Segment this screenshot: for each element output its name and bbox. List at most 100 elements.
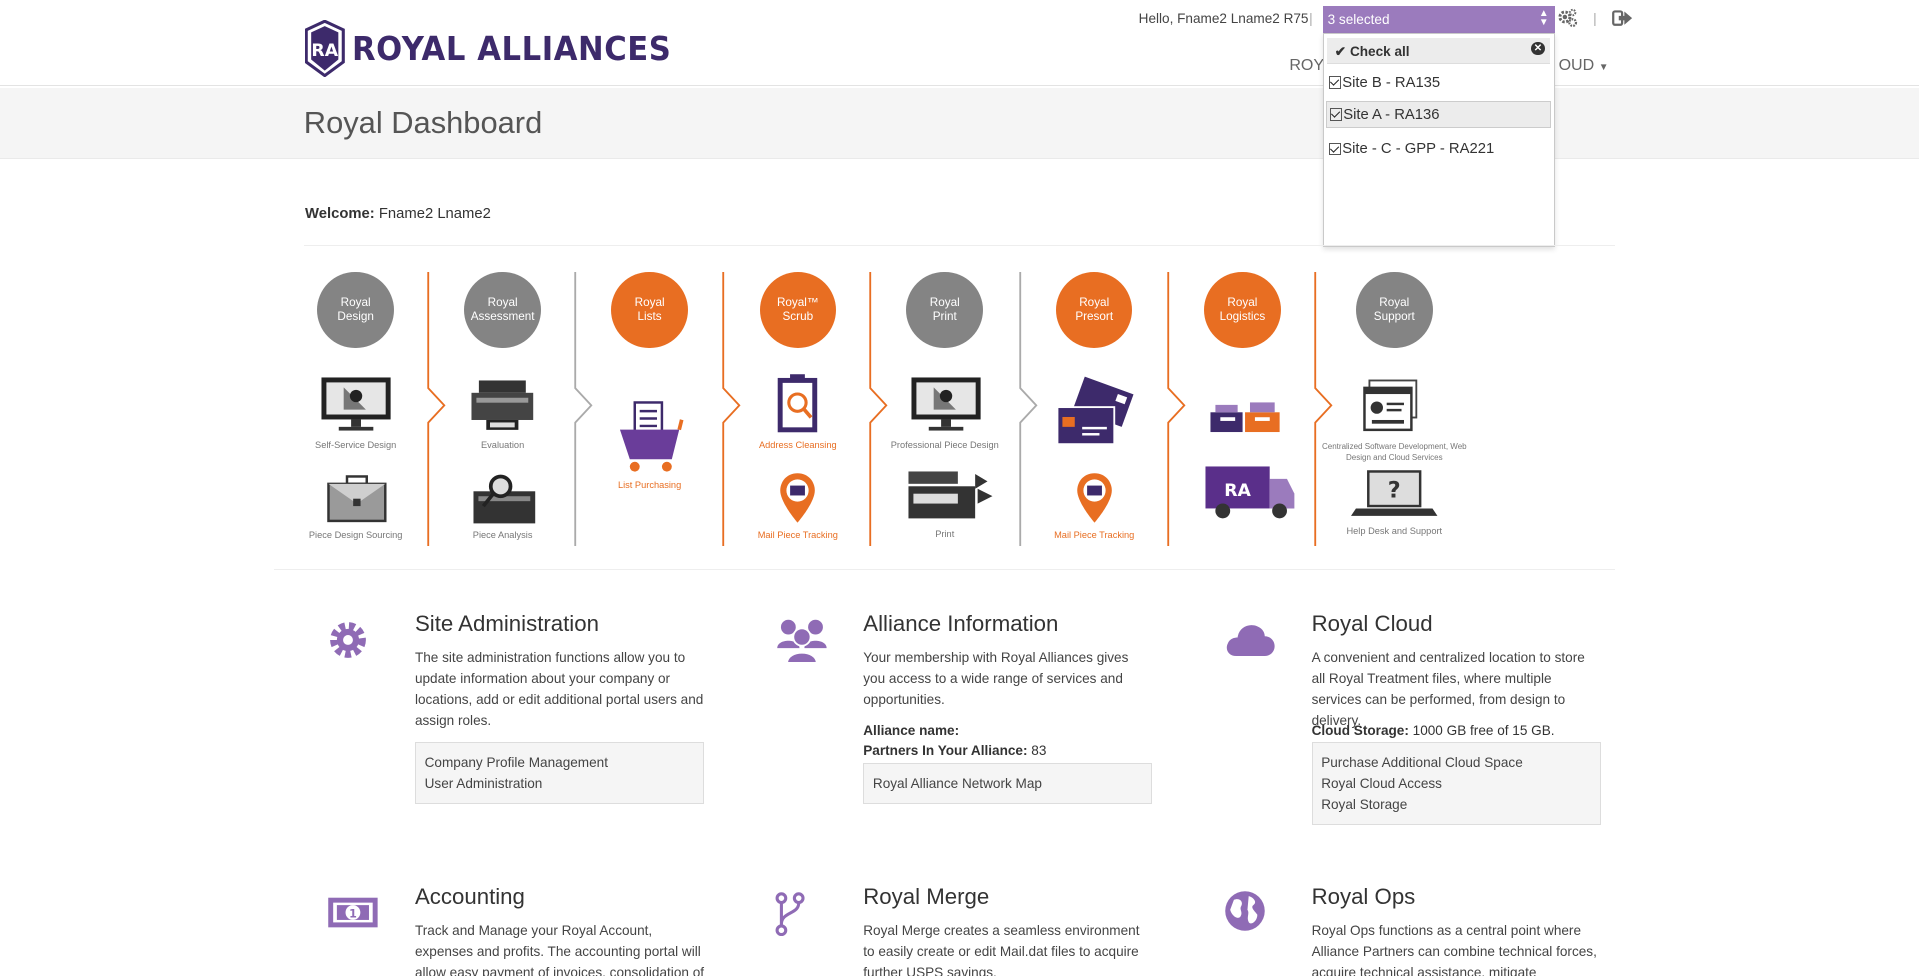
site-option-label: Site B - RA135 [1342, 74, 1441, 91]
process-item-label[interactable]: Mail Piece Tracking [724, 530, 872, 540]
site-option-ra135[interactable]: Site B - RA135 [1326, 69, 1551, 96]
process-presort: Royal Presort Mail Piece Tracking [1020, 271, 1168, 546]
process-circle-logistics[interactable]: Royal Logistics [1204, 271, 1281, 349]
link-company-profile[interactable]: Company Profile Management [425, 752, 695, 773]
close-icon[interactable]: ✕ [1531, 41, 1545, 56]
cloud-storage: Cloud Storage: 1000 GB free of 15 GB. [1312, 721, 1555, 741]
software-windows-icon[interactable] [1362, 378, 1419, 435]
alliance-meta: Alliance name: Partners In Your Alliance… [863, 721, 1046, 761]
process-item-label[interactable]: Self-Service Design [282, 440, 430, 450]
process-print: Royal Print Professional Piece Design Pri… [871, 271, 1019, 546]
logout-icon[interactable] [1611, 7, 1633, 29]
site-option-ra221[interactable]: Site - C - GPP - RA221 [1326, 136, 1551, 163]
process-design: Royal Design Self-Service Design Piece De… [282, 271, 430, 546]
process-item-label[interactable]: Piece Design Sourcing [282, 530, 430, 540]
svg-text:?: ? [1388, 478, 1401, 504]
process-circle-presort[interactable]: Royal Presort [1055, 271, 1133, 349]
check-all-label: Check all [1349, 44, 1410, 60]
process-circle-design[interactable]: Royal Design [317, 271, 394, 349]
link-purchase-cloud-space[interactable]: Purchase Additional Cloud Space [1321, 752, 1591, 773]
sort-caret-icon: ▲ ▼ [1538, 7, 1549, 28]
brand-name: ROYAL ALLIANCES [351, 28, 672, 68]
code-fork-icon [775, 891, 805, 936]
globe-icon [1225, 891, 1265, 932]
page-title: Royal Dashboard [303, 104, 543, 140]
section-title: Royal Ops [1311, 884, 1416, 910]
process-item-label[interactable]: Centralized Software Development, Web De… [1315, 441, 1473, 463]
process-item-label[interactable]: Piece Analysis [429, 530, 577, 540]
check-all-option[interactable]: ✔ Check all ✕ [1327, 38, 1550, 64]
section-description: A convenient and centralized location to… [1311, 650, 1585, 729]
svg-text:RA: RA [311, 41, 338, 61]
monitor-design-icon[interactable] [319, 375, 393, 434]
royal-alliances-logo-icon: RA [305, 19, 345, 77]
site-admin-links: Company Profile Management User Administ… [414, 742, 704, 804]
packages-icon[interactable] [1208, 395, 1282, 437]
link-royal-storage[interactable]: Royal Storage [1321, 794, 1591, 815]
process-item-label[interactable]: List Purchasing [576, 480, 724, 490]
link-cloud-access[interactable]: Royal Cloud Access [1321, 773, 1591, 794]
process-circle-assessment[interactable]: Royal Assessment [464, 271, 541, 349]
checkbox[interactable] [1328, 143, 1341, 156]
brand-logo[interactable]: RA ROYAL ALLIANCES [305, 19, 699, 77]
cloud-icon [1226, 624, 1275, 656]
cloud-storage-label: Cloud Storage: [1311, 723, 1409, 739]
monitor-print-icon[interactable] [909, 375, 983, 434]
process-item-label[interactable]: Help Desk and Support [1315, 526, 1473, 536]
caret-down-icon: ▼ [1598, 61, 1609, 73]
process-item-label[interactable]: Mail Piece Tracking [1020, 530, 1168, 540]
section-title: Site Administration [414, 611, 599, 637]
shopping-cart-list-icon[interactable] [615, 400, 684, 474]
checkbox[interactable] [1329, 108, 1342, 121]
link-network-map[interactable]: Royal Alliance Network Map [873, 773, 1143, 794]
money-bill-icon: 1 [328, 897, 378, 928]
section-title: Royal Cloud [1311, 611, 1433, 637]
scanner-icon[interactable] [469, 378, 536, 432]
svg-text:RA: RA [1224, 481, 1251, 501]
section-title: Royal Merge [863, 884, 990, 910]
site-selector-menu: ✔ Check all ✕ Site B - RA135 Site A - RA… [1322, 33, 1555, 247]
site-selector[interactable]: 3 selected ▲ ▼ [1322, 6, 1555, 34]
site-option-label: Site - C - GPP - RA221 [1342, 141, 1495, 158]
welcome-message: Welcome: Fname2 Lname2 [305, 206, 491, 222]
process-assessment: Royal Assessment Evaluation Piece Analysi… [429, 271, 577, 546]
location-pin-icon[interactable] [779, 472, 816, 524]
link-user-administration[interactable]: User Administration [425, 773, 695, 794]
process-logistics: Royal Logistics RA [1168, 271, 1316, 546]
site-selector-summary: 3 selected [1327, 12, 1390, 28]
process-item-label[interactable]: Print [871, 529, 1019, 539]
process-item-label[interactable]: Address Cleansing [724, 440, 872, 450]
envelopes-icon[interactable] [1055, 375, 1134, 449]
process-item-label[interactable]: Professional Piece Design [871, 440, 1019, 450]
process-item-label[interactable]: Evaluation [429, 440, 577, 450]
users-group-icon [776, 619, 827, 665]
briefcase-icon[interactable] [326, 474, 388, 523]
gears-icon[interactable] [1556, 7, 1578, 29]
process-circle-lists[interactable]: Royal Lists [611, 271, 688, 349]
location-pin-icon[interactable] [1076, 472, 1113, 524]
process-circle-support[interactable]: Royal Support [1356, 271, 1433, 349]
process-lists: Royal Lists List Purchasing [576, 271, 724, 546]
divider: | [1309, 11, 1313, 27]
top-header: RA ROYAL ALLIANCES Hello, Fname2 Lname2 … [0, 0, 1920, 87]
welcome-label: Welcome: [305, 206, 375, 223]
header-actions: | [1556, 7, 1634, 29]
delivery-truck-icon[interactable]: RA [1203, 464, 1297, 521]
process-circle-scrub[interactable]: Royal™ Scrub [759, 271, 837, 349]
svg-text:1: 1 [349, 908, 357, 921]
welcome-name: Fname2 Lname2 [378, 206, 491, 223]
checkbox[interactable] [1328, 76, 1341, 89]
help-desk-laptop-icon[interactable]: ? [1351, 469, 1438, 518]
printer-icon[interactable] [906, 469, 995, 523]
nav-item-cloud[interactable]: OUD ▼ [1559, 56, 1609, 75]
clipboard-search-icon[interactable] [774, 373, 821, 435]
cloud-links: Purchase Additional Cloud Space Royal Cl… [1311, 742, 1601, 825]
divider [274, 569, 1616, 571]
divider: | [1593, 11, 1597, 27]
user-greeting: Hello, Fname2 Lname2 R75 [1138, 11, 1309, 27]
process-circle-print[interactable]: Royal Print [906, 271, 984, 349]
analysis-icon[interactable] [471, 474, 538, 526]
section-description: Your membership with Royal Alliances giv… [863, 650, 1129, 708]
site-option-ra136[interactable]: Site A - RA136 [1326, 101, 1551, 129]
checkmark-icon: ✔ [1334, 44, 1347, 60]
